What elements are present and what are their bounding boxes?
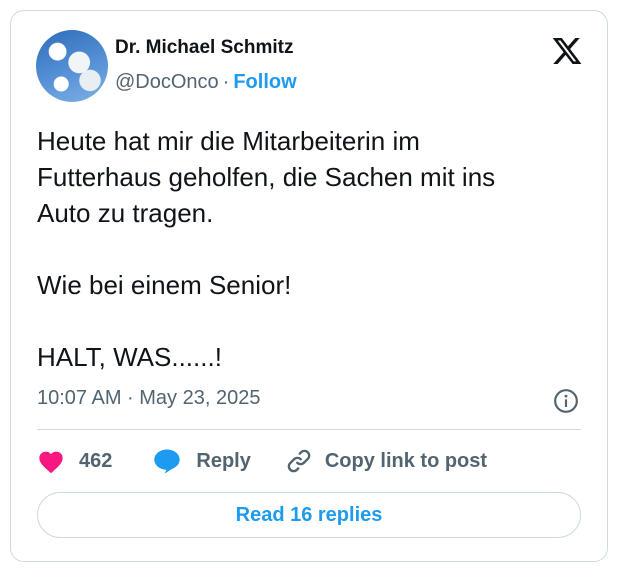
speech-bubble-icon (154, 449, 181, 474)
separator: · (222, 71, 230, 93)
tweet-text: Heute hat mir die Mitarbeiterin im Futte… (37, 126, 496, 372)
copy-link-label: Copy link to post (324, 449, 488, 472)
handle-row: @DocOnco · Follow (115, 71, 297, 94)
reply-button[interactable]: Reply (152, 447, 251, 475)
follow-link[interactable]: Follow (233, 71, 296, 93)
timestamp[interactable]: 10:07 AM · May 23, 2025 (37, 387, 260, 410)
link-icon (287, 449, 311, 473)
divider (37, 429, 581, 430)
info-icon[interactable] (553, 388, 579, 414)
read-replies-button[interactable]: Read 16 replies (37, 492, 581, 538)
reply-label: Reply (196, 449, 251, 472)
author-name[interactable]: Dr. Michael Schmitz (115, 37, 293, 59)
heart-icon (39, 451, 63, 474)
like-count: 462 (79, 449, 113, 472)
action-bar: 462 Reply Copy link to post (37, 445, 487, 477)
x-logo-icon[interactable] (551, 35, 583, 67)
like-button[interactable]: 462 (37, 448, 112, 474)
author-handle[interactable]: @DocOnco (115, 71, 219, 93)
tweet-card: Dr. Michael Schmitz @DocOnco · Follow Heut… (10, 10, 608, 562)
copy-link-button[interactable]: Copy link to post (285, 447, 487, 475)
avatar[interactable] (36, 30, 108, 102)
